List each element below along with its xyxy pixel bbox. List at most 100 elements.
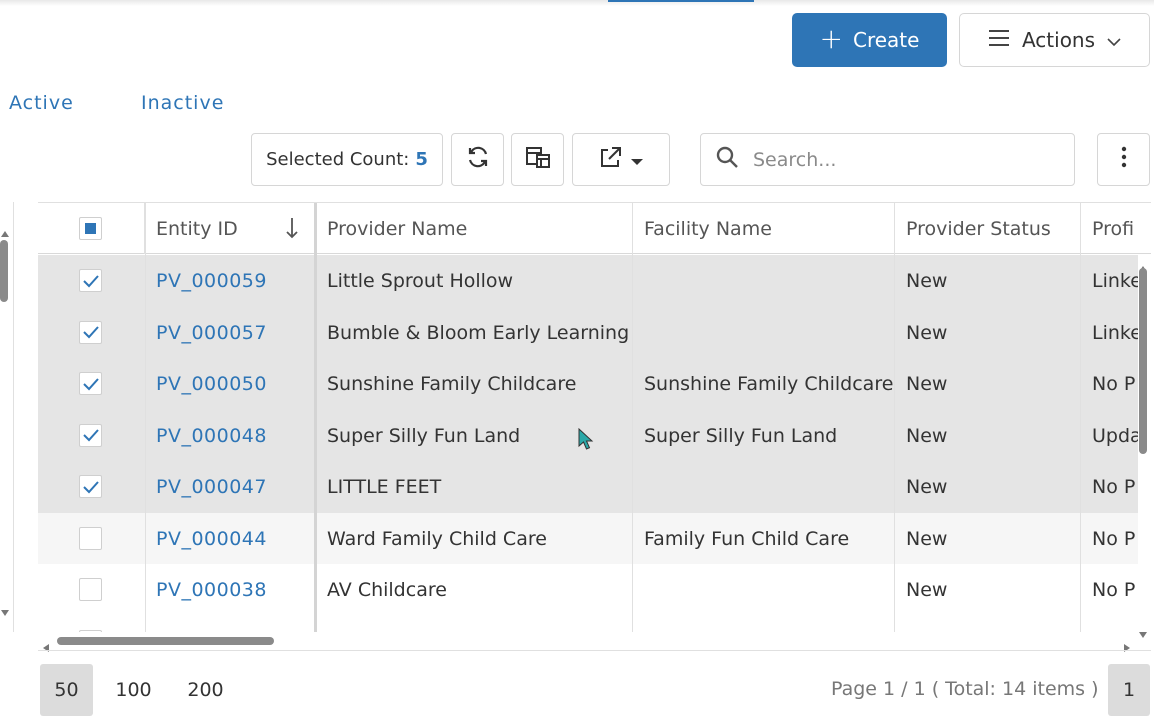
column-chooser-button[interactable] — [511, 133, 564, 186]
sort-descending-icon — [285, 217, 299, 244]
row-checkbox[interactable] — [79, 578, 102, 601]
provider-status-cell: New — [906, 270, 948, 292]
header-label: Entity ID — [156, 217, 238, 240]
column-divider — [632, 203, 633, 650]
frozen-column-divider[interactable] — [314, 203, 317, 650]
table-row[interactable]: PV_000050 Sunshine Family Childcare Sunshi… — [38, 358, 1138, 410]
provider-name-cell: AV Childcare — [327, 579, 447, 601]
column-chooser-icon — [525, 145, 551, 174]
facility-name-cell — [633, 307, 893, 359]
chevron-down-icon — [1107, 28, 1121, 52]
header-facility-name[interactable]: Facility Name — [633, 203, 895, 254]
row-checkbox[interactable] — [79, 423, 102, 447]
profile-cell: Linke — [1092, 321, 1138, 344]
check-icon — [82, 326, 99, 339]
entity-id-link[interactable]: PV_000050 — [145, 358, 315, 410]
check-icon — [82, 429, 99, 442]
actions-label: Actions — [1021, 28, 1096, 52]
selected-count-label: Selected Count: — [266, 149, 410, 170]
provider-name-cell: Sunshine Family Childcare — [327, 373, 577, 395]
select-all-checkbox[interactable] — [79, 217, 102, 240]
row-checkbox[interactable] — [79, 372, 102, 395]
provider-status-cell: New — [906, 424, 948, 447]
provider-name-cell: LITTLE FEET — [327, 476, 442, 498]
page-size-200[interactable]: 200 — [178, 664, 233, 716]
row-checkbox[interactable] — [79, 320, 102, 344]
grid-header: Entity ID Provider Name Facility Name Pr… — [38, 203, 1151, 254]
search-input[interactable] — [753, 148, 1053, 171]
data-grid: Entity ID Provider Name Facility Name Pr… — [38, 202, 1151, 650]
export-button[interactable] — [572, 133, 670, 186]
header-profile[interactable]: Profi — [1081, 203, 1141, 254]
check-icon — [82, 377, 99, 390]
facility-name-cell: Super Silly Fun Land — [644, 424, 838, 447]
more-options-button[interactable] — [1097, 133, 1150, 186]
scroll-up-arrow[interactable] — [0, 221, 10, 243]
provider-name-cell: Little Sprout Hollow — [327, 270, 514, 292]
refresh-button[interactable] — [451, 133, 504, 186]
tab-inactive[interactable]: Inactive — [141, 92, 224, 114]
header-provider-name[interactable]: Provider Name — [316, 203, 633, 254]
entity-id-link[interactable]: PV_000048 — [145, 410, 315, 462]
facility-name-cell — [633, 461, 893, 513]
entity-id-link[interactable]: PV_000059 — [145, 255, 315, 307]
plus-icon: + — [819, 21, 843, 55]
entity-id-link[interactable]: PV_000038 — [145, 564, 315, 616]
profile-cell: No P — [1092, 527, 1136, 550]
create-button[interactable]: + Create — [792, 13, 947, 67]
page-button-1[interactable]: 1 — [1108, 664, 1150, 716]
profile-cell: No P — [1092, 373, 1136, 395]
scroll-down-arrow[interactable] — [0, 600, 10, 622]
row-checkbox[interactable] — [79, 475, 102, 498]
actions-button[interactable]: Actions — [959, 13, 1150, 67]
header-entity-id[interactable]: Entity ID — [145, 203, 316, 254]
scroll-down-arrow[interactable] — [1138, 622, 1148, 644]
column-divider — [894, 203, 895, 650]
header-provider-status[interactable]: Provider Status — [895, 203, 1081, 254]
row-checkbox[interactable] — [79, 269, 102, 292]
selected-count-value: 5 — [415, 149, 428, 170]
page-size-100[interactable]: 100 — [107, 664, 160, 716]
table-row[interactable]: PV_000038 AV Childcare New No P — [38, 564, 1138, 616]
provider-status-cell: New — [906, 579, 948, 601]
entity-id-link[interactable]: PV_000044 — [145, 513, 315, 565]
export-icon — [599, 145, 623, 174]
facility-name-cell: Sunshine Family Childcare — [644, 373, 893, 395]
profile-cell: Linke — [1092, 270, 1138, 292]
page-size-50[interactable]: 50 — [40, 664, 93, 716]
entity-id-link[interactable]: PV_000047 — [145, 461, 315, 513]
row-checkbox[interactable] — [79, 526, 102, 550]
scroll-right-arrow[interactable] — [1123, 636, 1131, 658]
page-info: Page 1 / 1 ( Total: 14 items ) — [831, 678, 1099, 700]
table-row[interactable]: PV_000044 Ward Family Child Care Family Fu… — [38, 512, 1138, 565]
scroll-left-arrow[interactable] — [42, 636, 50, 658]
vertical-scrollbar-thumb[interactable] — [1139, 268, 1147, 454]
left-scrollbar-thumb[interactable] — [0, 240, 8, 302]
refresh-icon — [466, 145, 490, 174]
indeterminate-mark — [85, 223, 96, 234]
selected-count: Selected Count: 5 — [251, 133, 443, 186]
facility-name-cell — [633, 564, 893, 616]
profile-cell: No P — [1092, 579, 1136, 601]
provider-status-cell: New — [906, 321, 948, 344]
search-icon — [715, 145, 739, 174]
menu-icon — [988, 28, 1010, 52]
tab-active[interactable]: Active — [9, 92, 74, 114]
top-shadow — [0, 0, 1154, 6]
table-row[interactable]: PV_000059 Little Sprout Hollow New Linke — [38, 255, 1138, 307]
column-divider — [145, 203, 146, 650]
column-divider — [1080, 203, 1081, 650]
footer-divider — [38, 650, 1151, 651]
horizontal-scrollbar-thumb[interactable] — [57, 637, 274, 645]
profile-cell: No P — [1092, 476, 1136, 498]
profile-cell: Upda — [1092, 424, 1138, 447]
table-row[interactable]: PV_000057 Bumble & Bloom Early Learning Ne… — [38, 306, 1138, 359]
top-tab-indicator — [608, 0, 754, 2]
more-vertical-icon — [1121, 146, 1127, 173]
facility-name-cell: Family Fun Child Care — [644, 527, 850, 550]
facility-name-cell — [633, 255, 893, 307]
table-row[interactable]: PV_000047 LITTLE FEET New No P — [38, 461, 1138, 513]
provider-status-cell: New — [906, 527, 948, 550]
provider-status-cell: New — [906, 373, 948, 395]
entity-id-link[interactable]: PV_000057 — [145, 307, 315, 359]
